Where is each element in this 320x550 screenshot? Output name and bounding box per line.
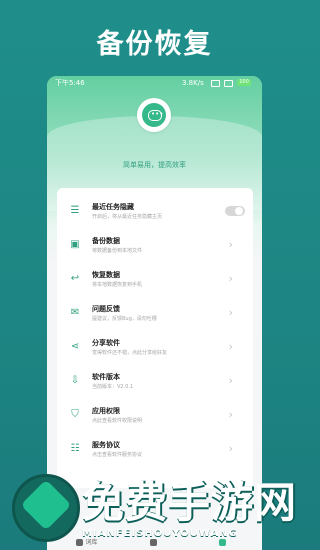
logo-circle: •••: [142, 103, 166, 127]
document-icon: ☷: [70, 443, 80, 454]
promo-title: 备份恢复: [96, 29, 213, 60]
chevron-right-icon: ›: [228, 442, 233, 455]
item-desc: 当前版本：V2.0.1: [92, 384, 134, 390]
settings-card: ☰ 最近任务隐藏 开启后，将从最近任务隐藏主页 ▣ 备份数据 将数据备份到本地文…: [57, 188, 253, 488]
hide-recent-toggle[interactable]: [225, 206, 245, 216]
item-desc: 将本地数据恢复到手机: [92, 282, 143, 288]
dots-icon: •••: [151, 110, 164, 118]
item-title: 问题反馈: [92, 305, 120, 313]
item-desc: 点击查看软件服务协议: [92, 452, 143, 458]
item-title: 软件版本: [92, 373, 120, 381]
share-icon: ⋖: [70, 341, 80, 352]
item-desc: 开启后，将从最近任务隐藏主页: [92, 214, 163, 220]
shield-icon: ⛉: [71, 409, 79, 420]
item-title: 服务协议: [92, 441, 120, 449]
list-item-restore[interactable]: ↩ 恢复数据 将本地数据恢复到手机 ›: [57, 264, 253, 298]
network-speed: 3.8K/s: [182, 79, 204, 87]
app-slogan: 简单易用，提高效率: [123, 161, 186, 169]
list-item-hide-recent[interactable]: ☰ 最近任务隐藏 开启后，将从最近任务隐藏主页: [57, 196, 253, 230]
chevron-right-icon: ›: [228, 374, 233, 387]
chevron-right-icon: ›: [228, 238, 233, 251]
watermark-title: 免费手游网: [82, 478, 298, 527]
watermark: 免费手游网 MIANFEISHOUYOUWANG: [0, 472, 309, 550]
item-desc: 觉得软件还不错，点此分享给好友: [92, 350, 168, 356]
app-logo: •••: [137, 98, 171, 132]
list-item-version[interactable]: ⇩ 软件版本 当前版本：V2.0.1 ›: [57, 366, 253, 400]
chevron-right-icon: ›: [228, 340, 233, 353]
chevron-right-icon: ›: [228, 408, 233, 421]
watermark-subtitle: MIANFEISHOUYOUWANG: [82, 528, 238, 539]
toggle-knob: [235, 207, 243, 215]
status-time: 下午5:46: [55, 79, 85, 87]
list-item-service-agreement[interactable]: ☷ 服务协议 点击查看软件服务协议 ›: [57, 434, 253, 468]
signal-icon: [211, 80, 220, 87]
item-desc: 点此查看软件权限说明: [92, 418, 143, 424]
item-title: 备份数据: [92, 237, 120, 245]
status-bar: 下午5:46 3.8K/s 100: [47, 76, 262, 90]
list-item-permissions[interactable]: ⛉ 应用权限 点此查看软件权限说明 ›: [57, 400, 253, 434]
watermark-logo-shape: [20, 479, 72, 531]
battery-icon: 100: [237, 79, 251, 86]
chat-icon: ✉: [70, 307, 80, 318]
save-icon: ▣: [70, 239, 80, 250]
list-item-backup[interactable]: ▣ 备份数据 将数据备份到本地文件 ›: [57, 230, 253, 264]
chevron-right-icon: ›: [228, 272, 233, 285]
item-title: 分享软件: [92, 339, 120, 347]
reply-icon: ↩: [70, 273, 80, 284]
item-desc: 提建议，反馈Bug，请勿吐槽: [92, 316, 157, 322]
list-item-feedback[interactable]: ✉ 问题反馈 提建议，反馈Bug，请勿吐槽 ›: [57, 298, 253, 332]
item-desc: 将数据备份到本地文件: [92, 248, 143, 254]
watermark-logo: [12, 474, 80, 542]
menu-lines-icon: ☰: [70, 205, 80, 216]
download-icon: ⇩: [70, 375, 80, 386]
item-title: 应用权限: [92, 407, 120, 415]
chevron-right-icon: ›: [228, 306, 233, 319]
item-title: 最近任务隐藏: [92, 203, 134, 211]
list-item-share[interactable]: ⋖ 分享软件 觉得软件还不错，点此分享给好友 ›: [57, 332, 253, 366]
item-title: 恢复数据: [92, 271, 120, 279]
wifi-icon: [224, 80, 233, 87]
